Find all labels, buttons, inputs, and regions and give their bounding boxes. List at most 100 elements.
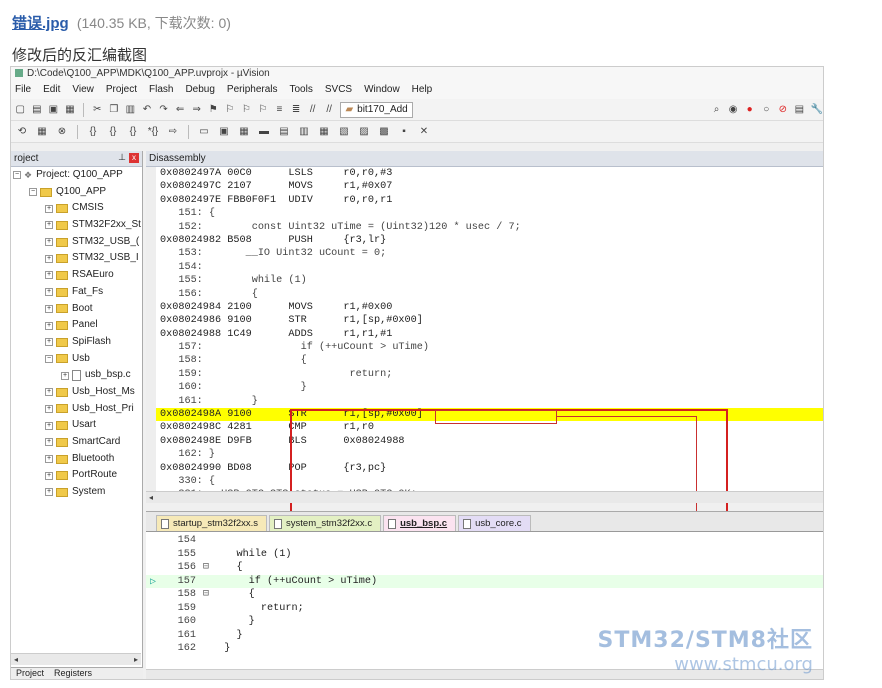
code-line[interactable]: 155 while (1) (146, 548, 823, 562)
gutter[interactable] (146, 588, 166, 602)
collapse-icon[interactable]: − (45, 354, 53, 363)
save-icon[interactable]: ▣ (48, 103, 59, 117)
tree-item[interactable]: + Panel (11, 317, 142, 334)
fold-marker-icon[interactable]: ⊟ (200, 588, 212, 602)
attachment-filename-link[interactable]: 错误.jpg (12, 15, 69, 32)
tree-root[interactable]: − ❖ Project: Q100_APP (11, 167, 142, 184)
expand-icon[interactable]: + (45, 238, 53, 247)
code-line[interactable]: 161 } (146, 629, 823, 643)
bookmark-icon[interactable]: ⚑ (208, 103, 219, 117)
serial-window-icon[interactable]: ▧ (337, 125, 351, 139)
expand-icon[interactable]: + (45, 471, 53, 480)
disasm-source-line[interactable]: 151: { (156, 207, 823, 220)
editor-hscrollbar[interactable] (146, 669, 823, 679)
disasm-instruction-line[interactable]: 0x08024982 B508 PUSH {r3,lr} (156, 234, 823, 247)
cut-icon[interactable]: ✂ (92, 103, 103, 117)
nav-forward-icon[interactable]: ⇒ (191, 103, 202, 117)
disasm-instruction-line[interactable]: 0x08024988 1C49 ADDS r1,r1,#1 (156, 328, 823, 341)
code-line[interactable]: 160 } (146, 615, 823, 629)
code-line[interactable]: 159 return; (146, 602, 823, 616)
expand-icon[interactable]: + (45, 321, 53, 330)
bookmark-prev-icon[interactable]: ⚐ (225, 103, 236, 117)
tree-item[interactable]: + STM32_USB_( (11, 234, 142, 251)
tree-item[interactable]: + SpiFlash (11, 334, 142, 351)
gutter[interactable] (146, 615, 166, 629)
disassembly-window-icon[interactable]: ▣ (217, 125, 231, 139)
watch-window-icon[interactable]: ▥ (297, 125, 311, 139)
tab-system-stm32f2xx-c[interactable]: system_stm32f2xx.c (269, 515, 382, 531)
bookmark-next-icon[interactable]: ⚐ (241, 103, 252, 117)
tree-item[interactable]: + SmartCard (11, 434, 142, 451)
fold-marker-icon[interactable] (200, 602, 212, 616)
gutter[interactable] (146, 602, 166, 616)
tree-item[interactable]: + RSAEuro (11, 267, 142, 284)
step-into-icon[interactable]: {} (86, 125, 100, 139)
disasm-source-line[interactable]: 162: } (156, 448, 823, 461)
menu-tools[interactable]: Tools (290, 81, 313, 99)
tree-item[interactable]: + PortRoute (11, 467, 142, 484)
menu-flash[interactable]: Flash (149, 81, 173, 99)
step-out-icon[interactable]: {} (126, 125, 140, 139)
disasm-source-line[interactable]: 155: while (1) (156, 274, 823, 287)
menu-svcs[interactable]: SVCS (325, 81, 352, 99)
code-line[interactable]: 156 ⊟ { (146, 561, 823, 575)
fold-marker-icon[interactable] (200, 548, 212, 562)
tree-item[interactable]: + CMSIS (11, 200, 142, 217)
tab-project[interactable]: Project (13, 668, 47, 679)
show-next-statement-icon[interactable]: ⇨ (166, 125, 180, 139)
toolbox-icon[interactable]: ✕ (417, 125, 431, 139)
disasm-instruction-line[interactable]: 0x0802497A 00C0 LSLS r0,r0,#3 (156, 167, 823, 180)
scroll-right-icon[interactable]: ▸ (131, 654, 141, 666)
tab-registers[interactable]: Registers (51, 668, 95, 679)
tree-item[interactable]: + STM32F2xx_St (11, 217, 142, 234)
gutter[interactable] (146, 561, 166, 575)
disasm-source-line[interactable]: 156: { (156, 288, 823, 301)
disasm-source-line[interactable]: 152: const Uint32 uTime = (Uint32)120 * … (156, 221, 823, 234)
scroll-left-icon[interactable]: ◂ (146, 492, 156, 504)
expand-icon[interactable]: + (45, 288, 53, 297)
gutter[interactable] (146, 534, 166, 548)
open-file-icon[interactable]: ▤ (32, 103, 43, 117)
menu-help[interactable]: Help (412, 81, 433, 99)
disasm-source-line[interactable]: 154: (156, 261, 823, 274)
fold-marker-icon[interactable]: ⊟ (200, 561, 212, 575)
expand-icon[interactable]: + (61, 371, 69, 380)
tree-item[interactable]: + Usb_Host_Pri (11, 401, 142, 418)
expand-icon[interactable]: + (45, 438, 53, 447)
tree-item[interactable]: − Usb (11, 351, 142, 368)
expand-icon[interactable]: + (45, 338, 53, 347)
breakpoint-kill-icon[interactable]: ⊘ (778, 103, 789, 117)
tab-usb-core-c[interactable]: usb_core.c (458, 515, 531, 531)
run-to-cursor-icon[interactable]: *{} (146, 125, 160, 139)
bookmark-clear-icon[interactable]: ⚐ (258, 103, 269, 117)
code-area[interactable]: 154 155 while (1) 156 ⊟ {▷ 157 if (++uCount … (146, 534, 823, 679)
menu-edit[interactable]: Edit (43, 81, 60, 99)
disasm-instruction-line[interactable]: 0x0802497E FBB0F0F1 UDIV r0,r0,r1 (156, 194, 823, 207)
project-hscrollbar[interactable]: ◂ ▸ (11, 653, 141, 665)
menu-peripherals[interactable]: Peripherals (227, 81, 278, 99)
call-stack-icon[interactable]: ▤ (277, 125, 291, 139)
scroll-left-icon[interactable]: ◂ (11, 654, 21, 666)
tree-item[interactable]: + STM32_USB_I (11, 250, 142, 267)
tree-group[interactable]: − Q100_APP (11, 184, 142, 201)
disasm-instruction-line[interactable]: 0x0802498A 9100 STR r1,[sp,#0x00] (156, 408, 823, 422)
analysis-window-icon[interactable]: ▨ (357, 125, 371, 139)
redo-icon[interactable]: ↷ (158, 103, 169, 117)
menu-window[interactable]: Window (364, 81, 400, 99)
tree-item[interactable]: + Fat_Fs (11, 284, 142, 301)
new-file-icon[interactable]: ▢ (15, 103, 26, 117)
expand-icon[interactable]: + (45, 421, 53, 430)
disasm-instruction-line[interactable]: 0x0802498E D9FB BLS 0x08024988 (156, 435, 823, 448)
collapse-icon[interactable]: − (29, 188, 37, 197)
tree-item[interactable]: + Usart (11, 417, 142, 434)
gutter[interactable] (146, 548, 166, 562)
menu-file[interactable]: File (15, 81, 31, 99)
fold-marker-icon[interactable] (200, 534, 212, 548)
expand-icon[interactable]: + (45, 254, 53, 263)
target-selector[interactable]: ▰ bit170_Add (340, 101, 413, 118)
undo-icon[interactable]: ↶ (142, 103, 153, 117)
breakpoint-icon[interactable]: ● (744, 103, 755, 117)
expand-icon[interactable]: + (45, 455, 53, 464)
menu-view[interactable]: View (72, 81, 94, 99)
disasm-source-line[interactable]: 159: return; (156, 368, 823, 381)
